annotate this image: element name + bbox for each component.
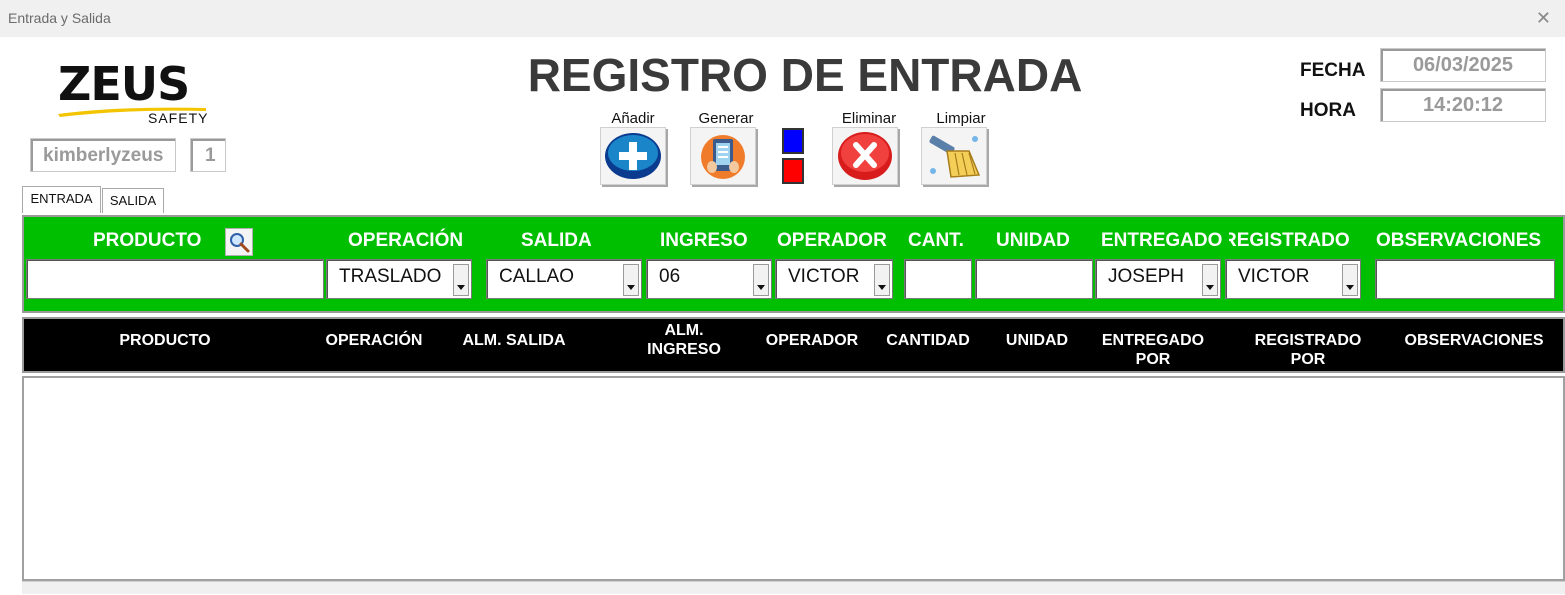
records-list[interactable] (22, 376, 1565, 581)
operador-header: OPERADOR (777, 230, 887, 251)
magnifier-icon (230, 233, 250, 253)
col-observaciones: OBSERVACIONES (1404, 332, 1544, 349)
add-button-label: Añadir (611, 110, 655, 127)
entregado-select[interactable]: JOSEPH (1095, 259, 1221, 299)
col-operador: OPERADOR (765, 332, 859, 349)
operacion-value: TRASLADO (339, 266, 442, 287)
page-title: REGISTRO DE ENTRADA (527, 49, 1083, 101)
add-button[interactable] (600, 127, 666, 185)
close-icon[interactable]: ✕ (1536, 8, 1551, 29)
producto-input[interactable] (26, 259, 324, 299)
registrado-value: VICTOR (1238, 266, 1310, 287)
plus-icon (605, 133, 661, 179)
logo-subtitle: SAFETY (148, 110, 209, 126)
entregado-value: JOSEPH (1108, 266, 1185, 287)
col-unidad: UNIDAD (1005, 332, 1069, 349)
tab-salida[interactable]: SALIDA (102, 188, 164, 213)
clear-button-label: Limpiar (936, 110, 986, 127)
unidad-header: UNIDAD (996, 230, 1070, 251)
col-registrado-por: REGISTRADO POR (1254, 332, 1362, 368)
chevron-down-icon[interactable] (453, 264, 469, 296)
salida-select[interactable]: CALLAO (486, 259, 642, 299)
generate-button[interactable] (690, 127, 756, 185)
document-clipboard-icon (701, 135, 745, 179)
col-cantidad: CANTIDAD (886, 332, 970, 349)
horizontal-scrollbar[interactable] (22, 581, 1565, 594)
window-titlebar: Entrada y Salida ✕ (0, 0, 1565, 37)
logo-word: ZEUS (58, 57, 190, 111)
registrado-header: REGISTRADO (1229, 230, 1350, 251)
chevron-down-icon[interactable] (1342, 264, 1358, 296)
registrado-select[interactable]: VICTOR (1225, 259, 1361, 299)
clear-button[interactable] (921, 127, 987, 185)
zeus-logo: ZEUS SAFETY (56, 60, 216, 128)
col-alm-ingreso: ALM. INGRESO (647, 322, 721, 358)
operacion-header: OPERACIÓN (348, 230, 464, 251)
fecha-label: FECHA (1300, 60, 1366, 81)
col-producto: PRODUCTO (119, 332, 211, 349)
cant-header: CANT. (908, 230, 964, 251)
col-operacion: OPERACIÓN (325, 332, 423, 349)
delete-button[interactable] (832, 127, 898, 185)
delete-button-label: Eliminar (841, 110, 897, 127)
entregado-header: ENTREGADO (1101, 230, 1223, 251)
generate-button-label: Generar (698, 110, 754, 127)
broom-icon (929, 135, 981, 178)
salida-value: CALLAO (499, 266, 574, 287)
cantidad-input[interactable] (904, 259, 972, 299)
observaciones-input[interactable] (1375, 259, 1555, 299)
ingreso-header: INGRESO (660, 230, 748, 251)
ingreso-value: 06 (659, 266, 681, 287)
unidad-input[interactable] (975, 259, 1093, 299)
user-count-field: 1 (190, 138, 226, 172)
salida-header: SALIDA (521, 230, 592, 251)
username-field: kimberlyzeus (30, 138, 176, 172)
ingreso-select[interactable]: 06 (646, 259, 772, 299)
chevron-down-icon[interactable] (874, 264, 890, 296)
x-circle-icon (838, 132, 892, 180)
operador-value: VICTOR (788, 266, 860, 287)
registrado-header-clip: REGISTRADO (1229, 226, 1364, 256)
red-indicator (782, 158, 804, 184)
search-product-button[interactable] (225, 228, 253, 256)
window-title: Entrada y Salida (8, 10, 111, 26)
hora-field: 14:20:12 (1380, 88, 1546, 122)
col-entregado-por: ENTREGADO POR (1101, 332, 1205, 368)
operador-select[interactable]: VICTOR (775, 259, 893, 299)
chevron-down-icon[interactable] (623, 264, 639, 296)
producto-header: PRODUCTO (93, 230, 202, 251)
operacion-select[interactable]: TRASLADO (326, 259, 472, 299)
col-alm-salida: ALM. SALIDA (462, 332, 566, 349)
chevron-down-icon[interactable] (753, 264, 769, 296)
tab-entrada[interactable]: ENTRADA (22, 186, 101, 213)
observaciones-header: OBSERVACIONES (1376, 230, 1542, 251)
fecha-field: 06/03/2025 (1380, 48, 1546, 82)
chevron-down-icon[interactable] (1202, 264, 1218, 296)
blue-indicator (782, 128, 804, 154)
hora-label: HORA (1300, 100, 1356, 121)
